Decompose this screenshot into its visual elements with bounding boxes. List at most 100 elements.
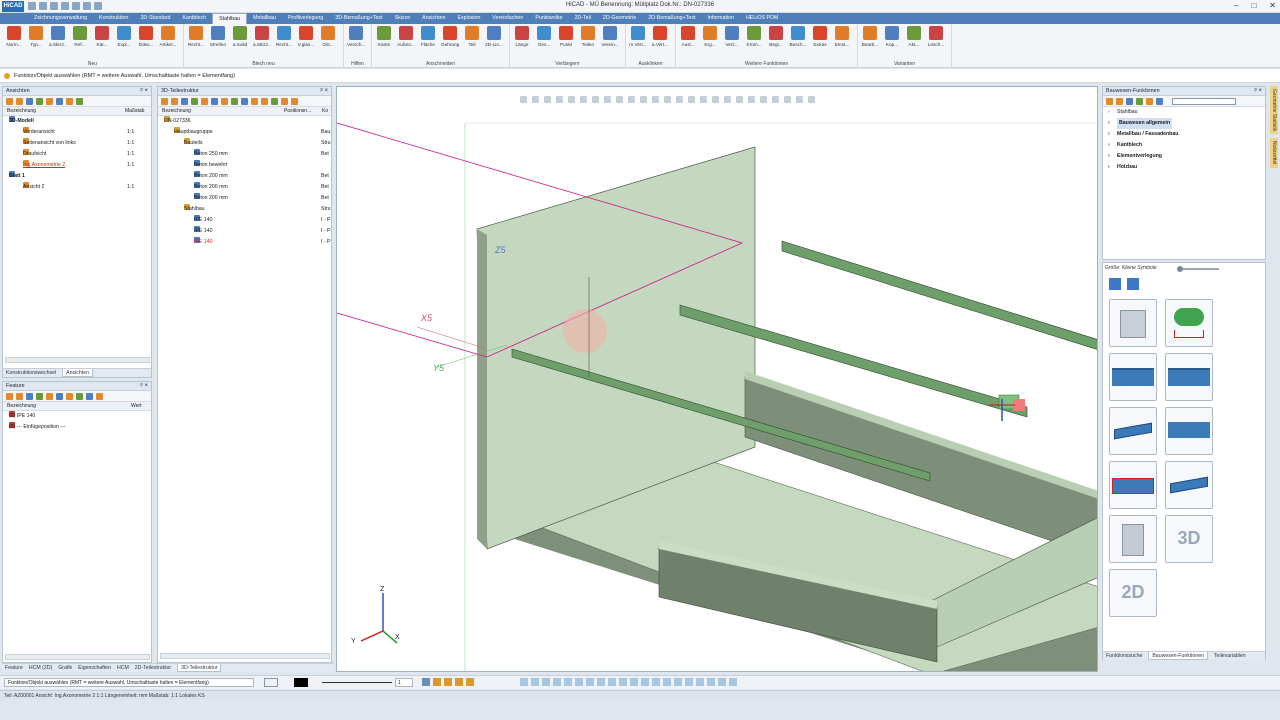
ribbon-button[interactable]: Artikel... xyxy=(159,26,177,47)
tab-vereinfachen[interactable]: Vereinfachen xyxy=(486,13,529,24)
expand-icon[interactable]: › xyxy=(1108,118,1110,129)
structure-toolbar[interactable] xyxy=(158,96,331,107)
wall-profile-tile[interactable] xyxy=(1109,353,1157,401)
structure-row[interactable]: Hauptbaugruppe Bau xyxy=(158,127,331,138)
ribbon-button[interactable]: Recht... xyxy=(187,26,205,47)
ribbon-button[interactable]: Lösch... xyxy=(927,26,945,47)
tree-row[interactable]: Ansicht 2 1:1 xyxy=(3,182,151,193)
feature-toolbar[interactable] xyxy=(3,391,151,402)
structure-row[interactable]: IPE 140 I - P xyxy=(158,226,331,237)
category-item[interactable]: › Kantblech xyxy=(1103,140,1265,151)
ribbon-button[interactable]: Besch... xyxy=(789,26,807,47)
construction-functions-toolbar[interactable] xyxy=(1103,96,1265,107)
tab-stahlbau[interactable]: Stahlbau xyxy=(212,13,247,24)
tree-row[interactable]: Seitenansicht von links 1:1 xyxy=(3,138,151,149)
ribbon-button[interactable]: Norm... xyxy=(5,26,23,47)
tab-information[interactable]: Information xyxy=(701,13,740,24)
tab-3d-standard[interactable]: 3D-Standard xyxy=(134,13,176,24)
size-slider[interactable] xyxy=(1179,268,1219,270)
bottom-tab[interactable]: Eigenschaften xyxy=(78,664,111,672)
minimize-icon[interactable]: – xyxy=(1234,1,1238,10)
window-controls[interactable]: – □ ✕ xyxy=(1234,1,1276,10)
slab-tile[interactable] xyxy=(1165,461,1213,509)
tree-row[interactable]: 3D-Modell xyxy=(3,116,151,127)
ribbon-button[interactable]: Ref... xyxy=(71,26,89,47)
bottom-tab[interactable]: 2D-Teilestruktur xyxy=(135,664,171,672)
ribbon-button[interactable]: Kop... xyxy=(883,26,901,47)
structure-row[interactable]: Bauteils Stru xyxy=(158,138,331,149)
tab-metallbau[interactable]: Metallbau xyxy=(247,13,282,24)
ribbon-button[interactable]: V.glas... xyxy=(297,26,315,47)
expand-icon[interactable]: › xyxy=(1108,107,1110,118)
model-drawing[interactable]: Z5 X5 Y5 Z Y X xyxy=(337,87,1098,672)
number-field[interactable]: 1 xyxy=(395,678,413,687)
ribbon-button[interactable]: Erg... xyxy=(701,26,719,47)
expand-icon[interactable]: › xyxy=(1108,129,1110,140)
ribbon-button[interactable]: Kante xyxy=(375,26,393,47)
pipe-tile[interactable] xyxy=(1165,299,1213,347)
slab-tile[interactable] xyxy=(1109,407,1157,455)
structure-row[interactable]: IPE 140 I - P xyxy=(158,237,331,248)
tab-3d-bemaßung-text[interactable]: 3D-Bemaßung+Text xyxy=(329,13,388,24)
structure-row[interactable]: Beton 200 mm Bet xyxy=(158,171,331,182)
category-item[interactable]: › Bauwesen allgemein xyxy=(1103,118,1265,129)
tab-helios-pdm[interactable]: HELiOS PDM xyxy=(740,13,784,24)
expand-icon[interactable]: › xyxy=(1108,140,1110,151)
linetype-select[interactable] xyxy=(322,682,392,683)
bottom-tab[interactable]: HCM xyxy=(117,664,129,672)
prompt-field[interactable]: Funktion/Objekt auswählen (RMT = weitere… xyxy=(4,678,254,687)
category-item[interactable]: › Elementverlegung xyxy=(1103,151,1265,162)
ribbon-button[interactable]: Recht... xyxy=(275,26,293,47)
pin-icon[interactable]: ᵖ × xyxy=(321,87,328,96)
ribbon-button[interactable]: Krüm... xyxy=(745,26,763,47)
pin-icon[interactable]: ᵖ × xyxy=(141,382,148,391)
ribbon-button[interactable]: Gehrung xyxy=(441,26,459,47)
ribbon-button[interactable]: Bearb... xyxy=(861,26,879,47)
layer-icon[interactable] xyxy=(264,678,278,687)
structure-scrollbar[interactable] xyxy=(160,653,330,659)
ribbon-button[interactable]: Teilen xyxy=(579,26,597,47)
ribbon-button[interactable]: Einst... xyxy=(833,26,851,47)
ribbon-button[interactable]: 2D-Lin... xyxy=(485,26,503,47)
structure-row[interactable]: Beton 250 mm Bet xyxy=(158,149,331,160)
tab-notizzettel[interactable]: Notizzettel xyxy=(1270,138,1278,168)
tab-ansichten[interactable]: Ansichten xyxy=(62,369,93,377)
bottom-tab[interactable]: Grafik xyxy=(58,664,72,672)
tab-kantblech[interactable]: Kantblech xyxy=(177,13,213,24)
bottom-tab[interactable]: 3D-Teilestruktur xyxy=(177,664,222,672)
size-slider-thumb[interactable] xyxy=(1177,266,1183,272)
2d-view-tile[interactable]: 2D xyxy=(1109,569,1157,617)
feature-row[interactable]: (2) --- Einfügeposition --- xyxy=(3,422,151,433)
view-icon[interactable] xyxy=(1127,278,1139,290)
ribbon-button[interactable]: Doku... xyxy=(137,26,155,47)
view-icon[interactable] xyxy=(1109,278,1121,290)
search-input[interactable] xyxy=(1172,98,1236,105)
category-item[interactable]: › Stahlbau xyxy=(1103,107,1265,118)
snap-icons[interactable] xyxy=(520,678,737,686)
tree-row[interactable]: Blatt 1 xyxy=(3,171,151,182)
ribbon-button[interactable]: Ges... xyxy=(535,26,553,47)
ribbon-button[interactable]: Teil xyxy=(463,26,481,47)
bottom-tab[interactable]: Bauwesen-Funktionen xyxy=(1148,652,1208,660)
ribbon-button[interactable]: Verein... xyxy=(601,26,619,47)
ribbon-button[interactable]: Punkt xyxy=(557,26,575,47)
tab-2d-teil[interactable]: 2D-Teil xyxy=(568,13,596,24)
category-item[interactable]: › Holzbau xyxy=(1103,162,1265,173)
slab-tile[interactable] xyxy=(1165,407,1213,455)
views-toolbar[interactable] xyxy=(3,96,151,107)
ribbon-button[interactable]: a.Skizz... xyxy=(253,26,271,47)
tree-row[interactable]: Vorderansicht 1:1 xyxy=(3,127,151,138)
ribbon-button[interactable]: Typ... xyxy=(27,26,45,47)
expand-icon[interactable]: › xyxy=(1108,162,1110,173)
3d-view-tile[interactable]: 3D xyxy=(1165,515,1213,563)
tab-2d-geometrie[interactable]: 2D-Geometrie xyxy=(597,13,642,24)
ribbon-button[interactable]: Fläche xyxy=(419,26,437,47)
ribbon-button[interactable]: Verz... xyxy=(723,26,741,47)
structure-row[interactable]: IPE 140 I - P xyxy=(158,215,331,226)
ribbon-button[interactable]: m.Vert... xyxy=(629,26,647,47)
tab-skizze[interactable]: Skizze xyxy=(389,13,417,24)
bottom-tab[interactable]: Funktionssuche xyxy=(1106,652,1142,660)
bottom-tab[interactable]: Teilevariablen xyxy=(1214,652,1246,660)
ribbon-button[interactable]: Kat... xyxy=(93,26,111,47)
close-icon[interactable]: ✕ xyxy=(1269,1,1276,10)
